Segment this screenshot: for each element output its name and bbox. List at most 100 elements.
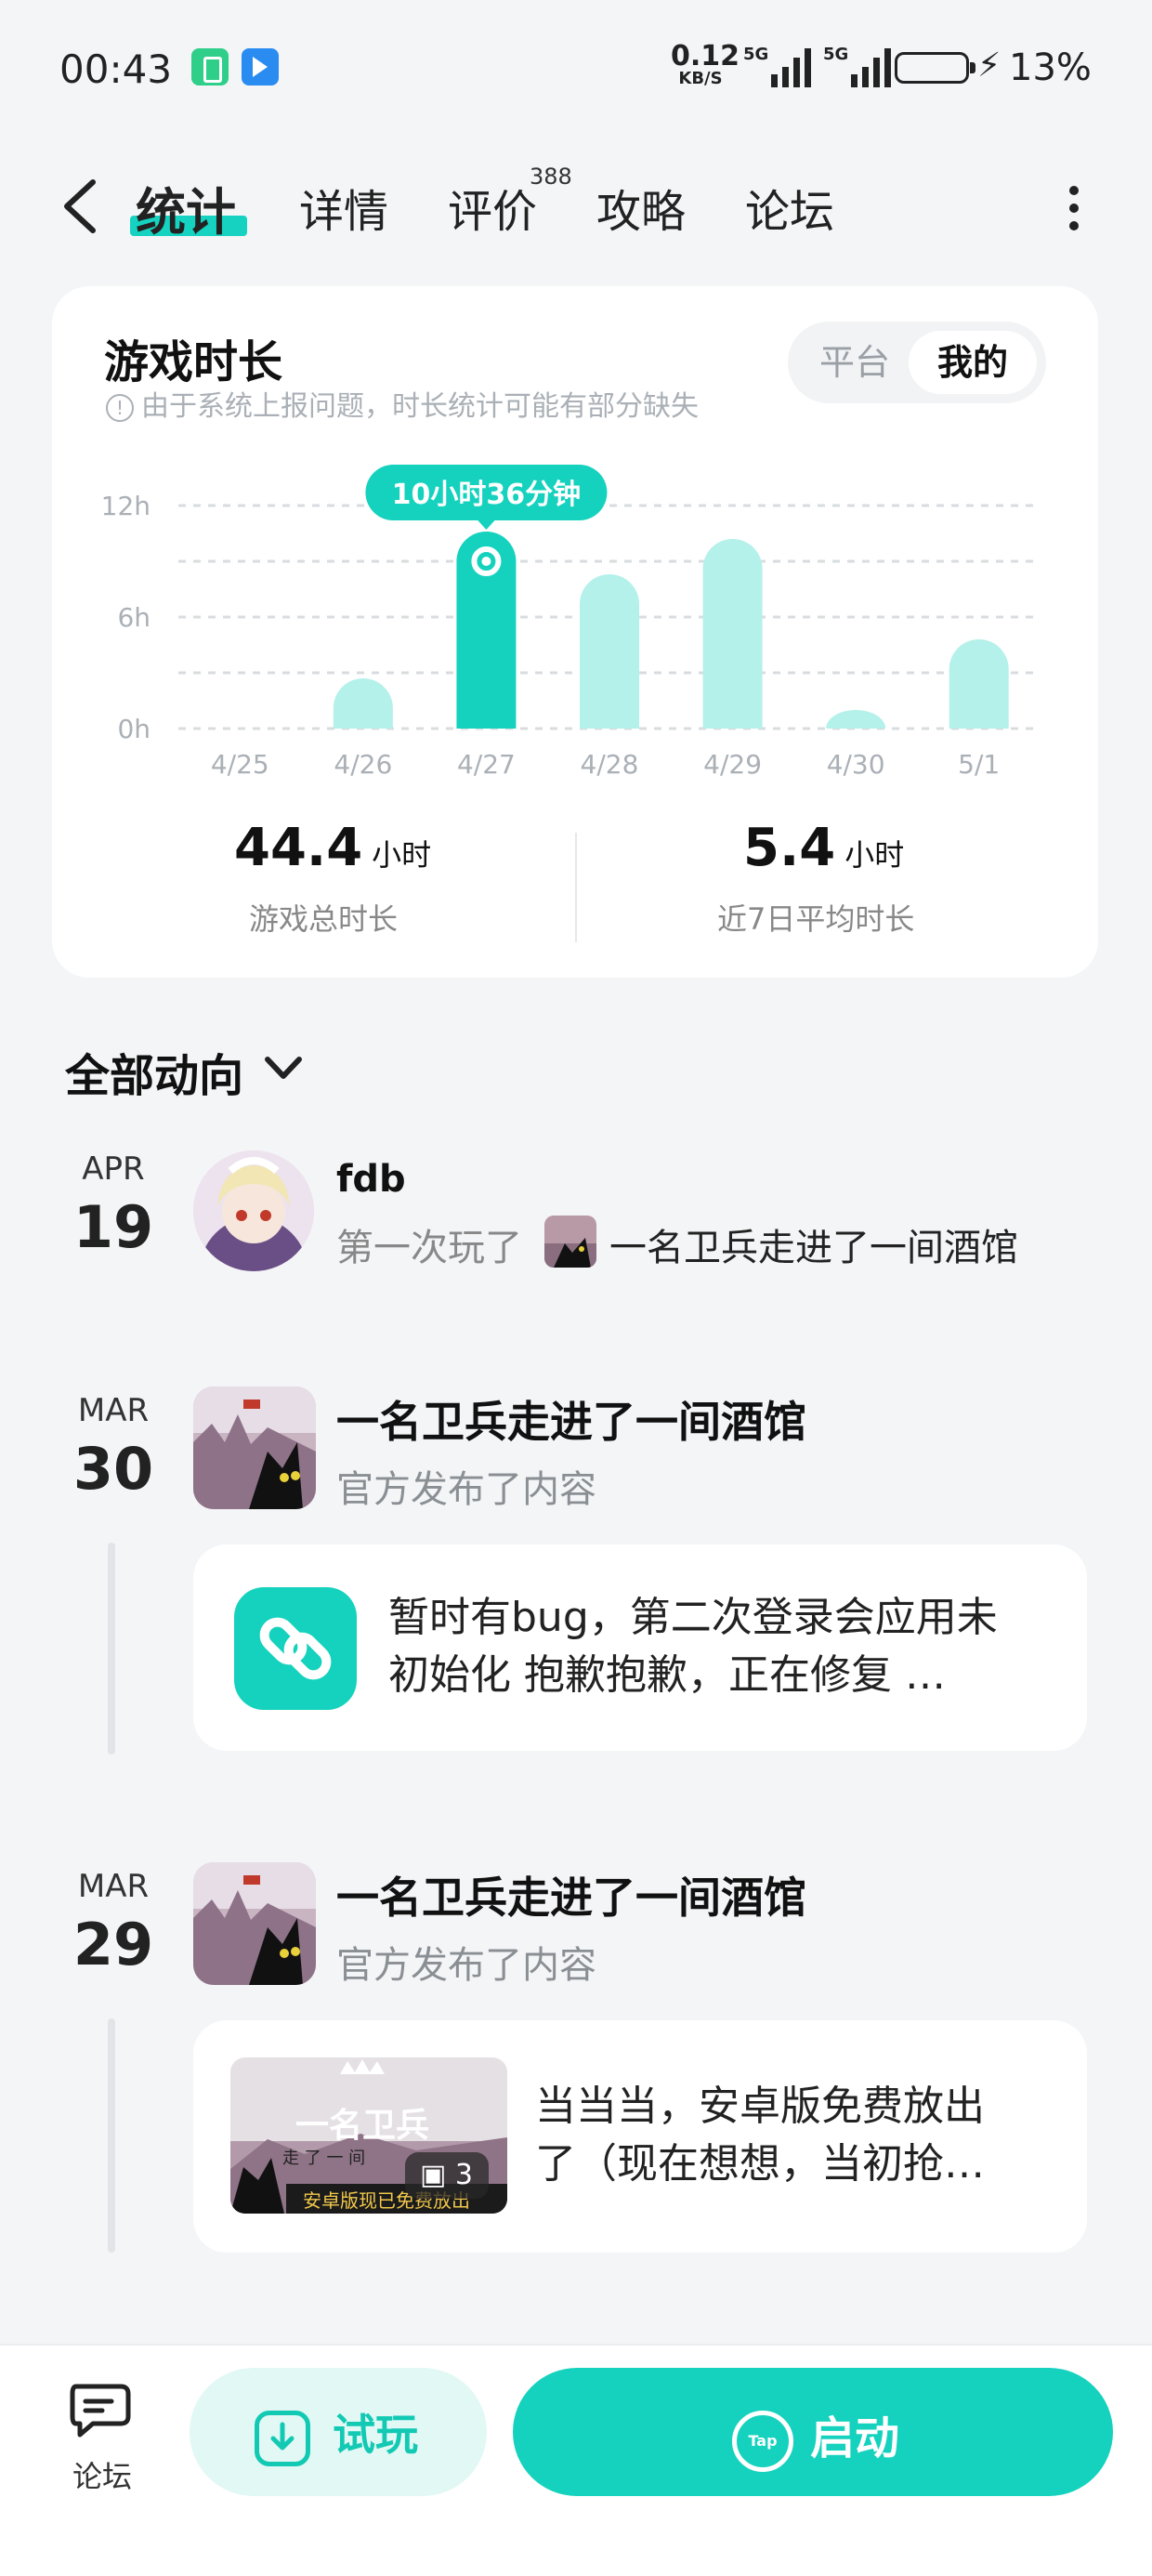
chart-y-tick-label: 12h: [101, 491, 151, 521]
platform-mine-toggle: 平台 我的: [788, 322, 1046, 403]
start-button[interactable]: Tap 启动: [513, 2368, 1113, 2496]
playtime-bar-chart: 0h 6h 12h 4/25 4/26 10小时36分钟 4/27 4/28 4/29 4/30 5…: [101, 465, 1041, 780]
toggle-platform[interactable]: 平台: [803, 331, 907, 394]
avg-playtime-value: 5.4: [743, 818, 836, 878]
avg-playtime-label: 近7日平均时长: [717, 901, 915, 937]
forum-icon[interactable]: [69, 2381, 134, 2438]
thumb-title: 一名卫兵: [295, 2107, 430, 2145]
total-playtime-unit: 小时: [372, 837, 432, 873]
tab-forum[interactable]: 论坛: [745, 175, 834, 240]
chart-bar: [826, 710, 886, 729]
link-icon: [234, 1587, 357, 1710]
playtime-note-text: 由于系统上报问题，时长统计可能有部分缺失: [141, 390, 699, 423]
signal-2-icon: 5G: [823, 45, 892, 87]
review-count-badge: 388: [530, 164, 572, 190]
start-button-content: Tap 启动: [732, 2401, 899, 2472]
feed-date-day: 29: [72, 1911, 154, 1978]
tab-stats[interactable]: 统计: [136, 171, 236, 244]
chart-bar: [333, 678, 393, 729]
post-text-line2: 了（现在想想，当初抢…: [535, 2140, 985, 2188]
game-icon[interactable]: [193, 1387, 316, 1509]
thumb-subtitle: 走 了 一 间: [282, 2149, 366, 2168]
tab-guides[interactable]: 攻略: [596, 175, 686, 240]
trial-button-content: 试玩: [255, 2401, 418, 2466]
post-text: 暂时有bug，第二次登录会应用未 初始化 抱歉抱歉，正在修复 …: [388, 1589, 1057, 1704]
avg-playtime-unit: 小时: [844, 837, 905, 873]
chart-x-tick-label: 4/25: [211, 749, 269, 780]
post-text-line1: 暂时有bug，第二次登录会应用未: [388, 1594, 998, 1641]
feed-game-title[interactable]: 一名卫兵走进了一间酒馆: [336, 1864, 806, 1925]
avg-playtime: 5.4 小时: [743, 818, 904, 878]
feed-game-name[interactable]: 一名卫兵走进了一间酒馆: [609, 1217, 1018, 1271]
chart-x-tick-label: 4/30: [827, 749, 885, 780]
total-playtime: 44.4 小时: [234, 818, 431, 878]
feed-date-day: 30: [72, 1435, 154, 1503]
chart-bar-marker-dot: [481, 557, 491, 566]
tab-reviews[interactable]: 评价: [448, 175, 537, 240]
back-arrow-icon[interactable]: [59, 178, 98, 234]
feed-date-month: MAR: [77, 1868, 150, 1905]
post-text-line2: 初始化 抱歉抱歉，正在修复 …: [388, 1651, 946, 1699]
toggle-mine[interactable]: 我的: [909, 331, 1037, 394]
more-options-icon[interactable]: [1065, 186, 1083, 230]
network-speed-unit: KB/S: [678, 69, 723, 88]
charging-icon: ⚡: [977, 46, 1001, 85]
feed-date-month: MAR: [77, 1392, 150, 1429]
post-text: 当当当，安卓版免费放出 了（现在想想，当初抢…: [535, 2078, 1055, 2193]
signal-1-icon: 5G: [743, 45, 812, 87]
chart-bar: [949, 639, 1009, 729]
thread-line: [108, 2018, 115, 2253]
stats-divider: [575, 833, 577, 942]
feed-date-day: 19: [72, 1193, 154, 1261]
user-avatar[interactable]: [193, 1150, 314, 1271]
info-icon: !: [106, 393, 134, 422]
chart-bar: [580, 574, 639, 729]
game-icon[interactable]: [193, 1862, 316, 1985]
feed-action-text: 第一次玩了: [336, 1227, 522, 1269]
chart-x-tick-label: 4/27: [457, 749, 516, 780]
forum-label[interactable]: 论坛: [72, 2453, 132, 2496]
chart-y-tick-label: 6h: [117, 602, 151, 633]
trial-button[interactable]: 试玩: [190, 2368, 487, 2496]
tap-logo-icon: Tap: [732, 2411, 793, 2472]
playtime-title: 游戏时长: [104, 336, 283, 388]
image-icon: ▣: [420, 2159, 447, 2191]
battery-icon: [895, 52, 975, 84]
thread-line: [108, 1543, 115, 1755]
network-speed: 0.12 KB/S: [671, 40, 740, 88]
chart-x-tick-label: 4/26: [334, 749, 392, 780]
image-count-badge: ▣ 3: [405, 2152, 489, 2199]
battery-app-icon: [191, 48, 229, 85]
chart-tooltip-text: 10小时36分钟: [392, 479, 582, 511]
trial-label: 试玩: [333, 2410, 418, 2460]
download-arrow-glyph: [270, 2422, 295, 2450]
feed-game-title[interactable]: 一名卫兵走进了一间酒馆: [336, 1388, 806, 1450]
battery-percent: 13%: [1009, 46, 1092, 89]
feed-post-subtitle: 官方发布了内容: [336, 1944, 596, 1987]
signal-2-label: 5G: [823, 45, 849, 64]
chart-bar: [702, 539, 763, 729]
download-icon: [255, 2410, 310, 2466]
chart-y-tick-label: 0h: [117, 714, 151, 744]
network-speed-value: 0.12: [671, 40, 740, 72]
post-text-line1: 当当当，安卓版免费放出: [535, 2083, 985, 2130]
game-mini-icon[interactable]: [544, 1216, 596, 1268]
navigation-app-icon: [242, 48, 279, 85]
feed-post-subtitle: 官方发布了内容: [336, 1468, 596, 1511]
chart-x-tick-label: 5/1: [958, 749, 1000, 780]
chart-x-tick-label: 4/28: [581, 749, 639, 780]
signal-1-label: 5G: [743, 45, 769, 64]
chart-x-tick-label: 4/29: [703, 749, 762, 780]
tab-details[interactable]: 详情: [299, 175, 388, 240]
chart-tooltip-pointer: [477, 519, 496, 530]
total-playtime-label: 游戏总时长: [249, 901, 399, 937]
feed-filter-dropdown[interactable]: 全部动向: [65, 1039, 243, 1104]
chevron-down-icon[interactable]: [262, 1052, 305, 1085]
start-label: 启动: [810, 2412, 900, 2464]
image-count: 3: [454, 2159, 473, 2191]
total-playtime-value: 44.4: [234, 818, 363, 878]
status-time: 00:43: [59, 46, 173, 92]
playtime-note: ! 由于系统上报问题，时长统计可能有部分缺失: [106, 383, 699, 424]
feed-date-month: APR: [82, 1150, 145, 1188]
feed-user-name[interactable]: fdb: [336, 1158, 406, 1201]
